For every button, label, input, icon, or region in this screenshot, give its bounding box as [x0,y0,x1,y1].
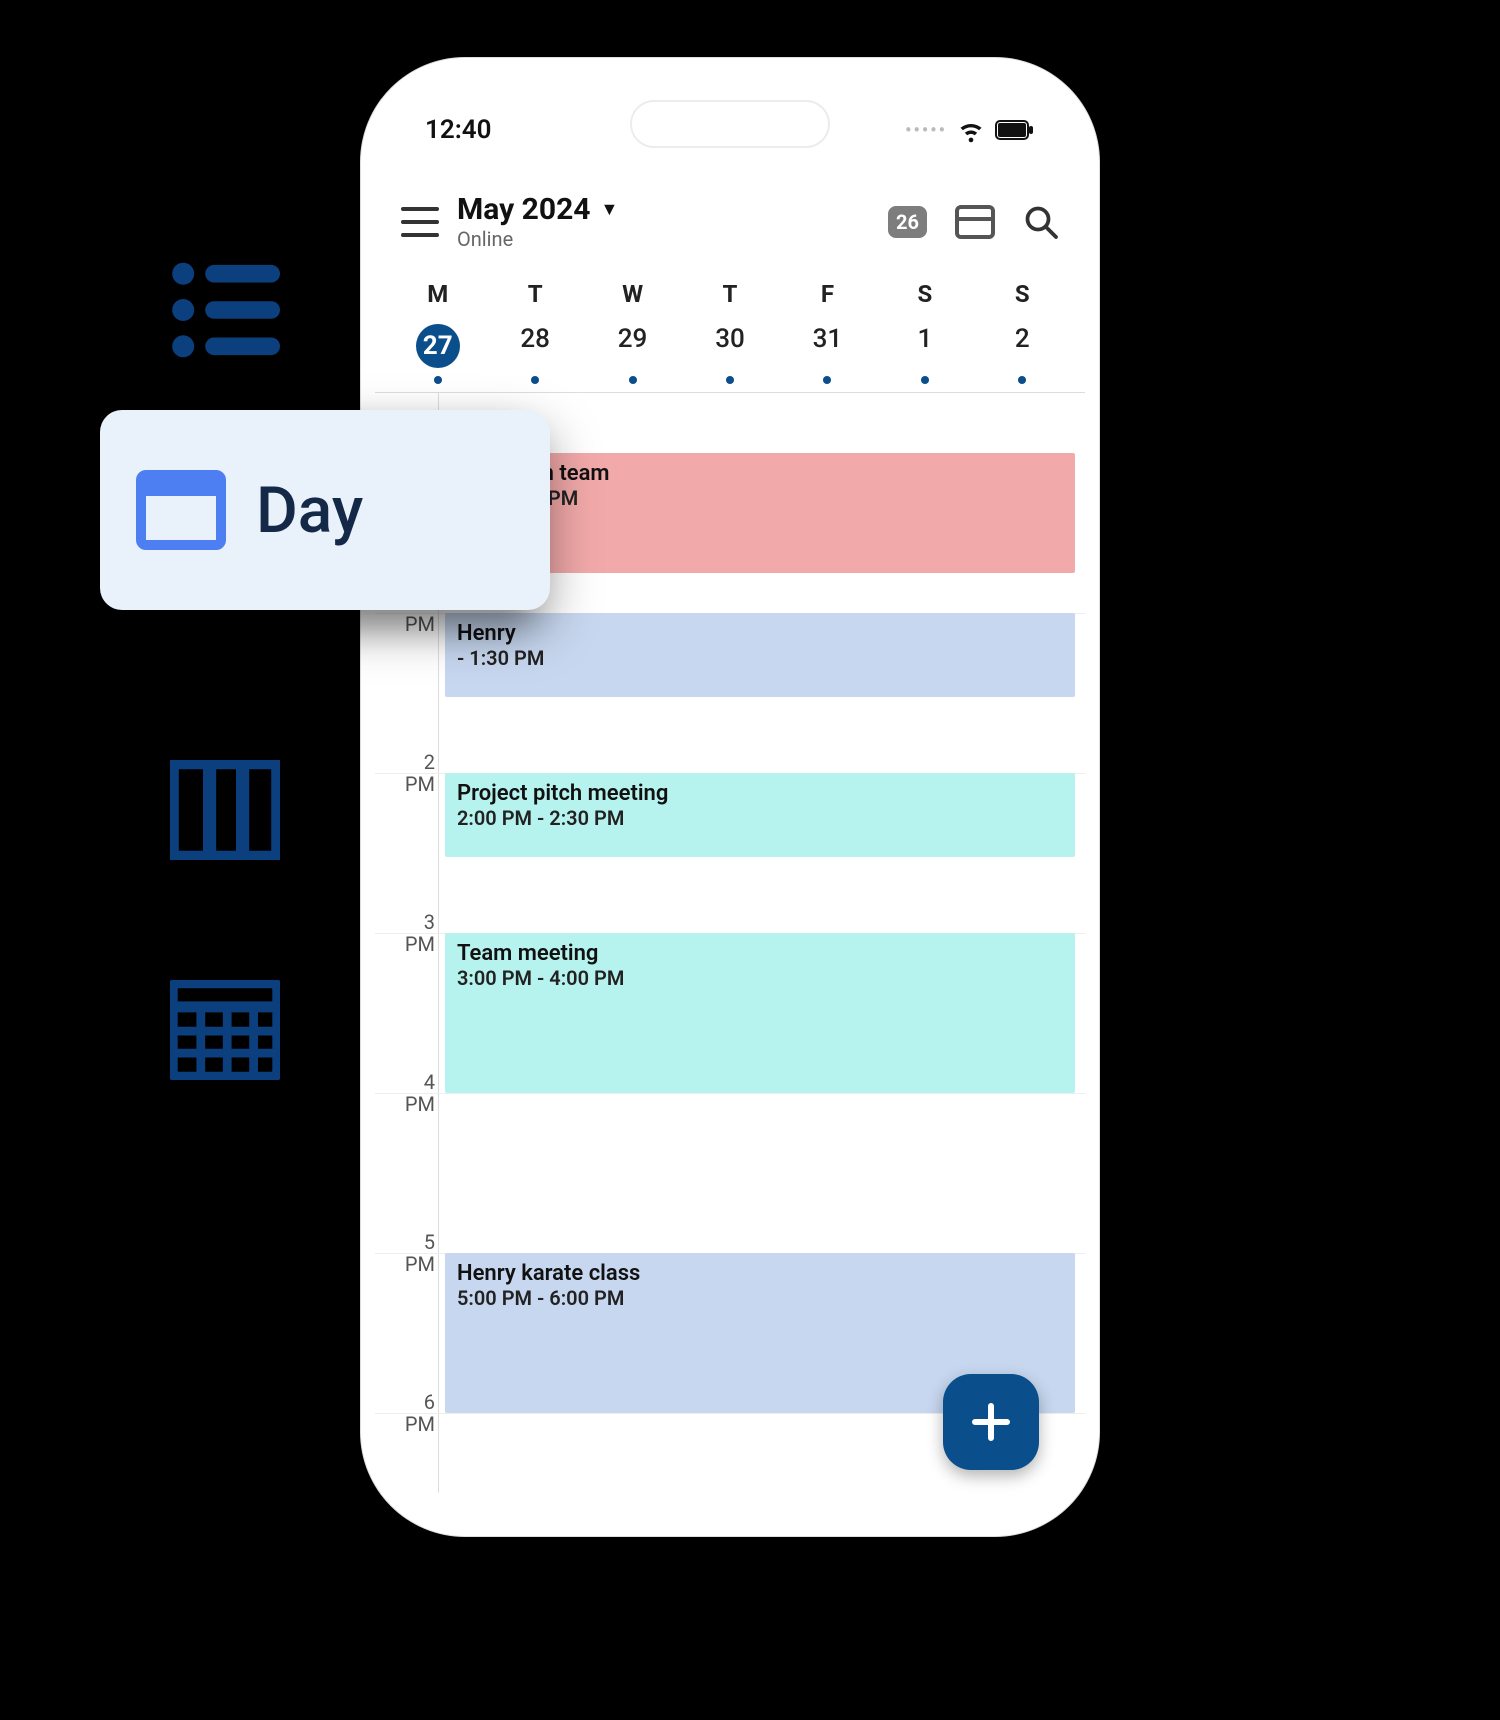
hamburger-menu-icon[interactable] [401,207,439,237]
dow-label: T [486,280,583,308]
week-days-header: MTWTFSS [375,272,1085,308]
event-title: Henry [457,621,1063,646]
status-bar: 12:40 ••••• [375,110,1085,150]
today-badge[interactable]: 26 [888,206,927,238]
cellular-dots-icon: ••••• [905,120,947,141]
day-view-icon [136,470,226,550]
event-indicator-dot [531,376,539,384]
date-cell[interactable]: 28 [486,318,583,386]
wifi-icon [957,116,985,144]
event-title: Henry karate class [457,1261,1063,1286]
sync-status: Online [457,227,870,251]
phone-frame: 12:40 ••••• May 2024 ▼ Online 26 [375,72,1085,1522]
chevron-down-icon: ▼ [601,199,619,220]
hour-row [375,1093,1085,1253]
event-indicator-dot [921,376,929,384]
status-time: 12:40 [425,115,492,145]
dow-label: S [876,280,973,308]
dow-label: M [389,280,486,308]
view-mode-stack [170,260,280,1080]
month-label: May 2024 [457,192,591,227]
event-indicator-dot [823,376,831,384]
month-selector[interactable]: May 2024 ▼ Online [457,192,870,251]
date-cell[interactable]: 1 [876,318,973,386]
add-event-button[interactable] [943,1374,1039,1470]
event-time: 3:00 PM - 4:00 PM [457,966,1063,990]
battery-icon [995,120,1035,140]
date-cell[interactable]: 30 [681,318,778,386]
event-time: 2:00 PM - 2:30 PM [457,806,1063,830]
calendar-event[interactable]: Henry- 1:30 PM [445,613,1075,697]
hour-label: 3PM [375,911,435,955]
month-view-icon[interactable] [170,980,280,1080]
calendar-event[interactable]: Project pitch meeting2:00 PM - 2:30 PM [445,773,1075,857]
event-time: 5:00 PM - 6:00 PM [457,1286,1063,1310]
date-cell[interactable]: 2 [974,318,1071,386]
search-icon[interactable] [1023,204,1059,240]
date-cell[interactable]: 29 [584,318,681,386]
event-indicator-dot [1018,376,1026,384]
dow-label: T [681,280,778,308]
status-right: ••••• [905,116,1035,144]
calendar-event[interactable]: Team meeting3:00 PM - 4:00 PM [445,933,1075,1093]
hour-label: 4PM [375,1071,435,1115]
dow-label: W [584,280,681,308]
hour-label: 6PM [375,1391,435,1435]
date-cell[interactable]: 27 [389,318,486,386]
week-dates-row: 272829303112 [375,312,1085,386]
day-view-label: Day [256,473,363,548]
view-mode-icon[interactable] [955,205,995,239]
three-day-view-icon[interactable] [170,760,280,860]
event-title: Project pitch meeting [457,781,1063,806]
app-header: May 2024 ▼ Online 26 [375,192,1085,251]
event-time: - 1:30 PM [457,646,1063,670]
dow-label: S [974,280,1071,308]
hour-label: 2PM [375,751,435,795]
day-view-card[interactable]: Day [100,410,550,610]
list-view-icon[interactable] [170,260,280,360]
dow-label: F [779,280,876,308]
event-indicator-dot [726,376,734,384]
date-cell[interactable]: 31 [779,318,876,386]
event-title: Team meeting [457,941,1063,966]
header-actions: 26 [888,204,1059,240]
hour-label: 5PM [375,1231,435,1275]
event-indicator-dot [434,376,442,384]
event-indicator-dot [629,376,637,384]
